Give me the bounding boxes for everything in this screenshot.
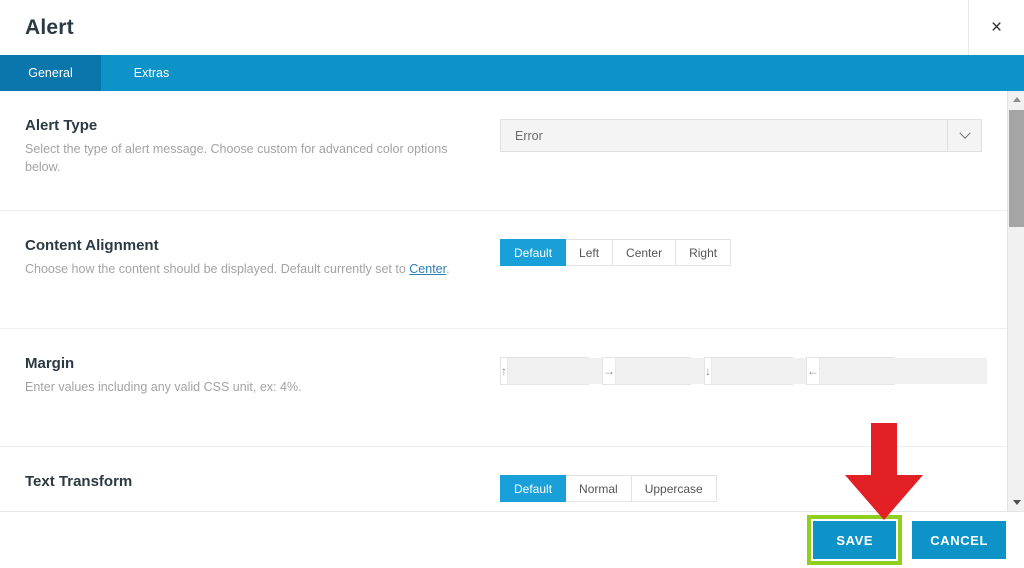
transform-option-default[interactable]: Default [500, 475, 567, 502]
transform-option-normal[interactable]: Normal [566, 475, 632, 502]
scrollbar-thumb[interactable] [1009, 110, 1024, 227]
arrow-up-icon: ↑ [501, 358, 508, 384]
field-description: Select the type of alert message. Choose… [25, 142, 448, 175]
field-control: ↑ → ↓ ← [500, 355, 987, 385]
scroll-up-arrow-icon[interactable] [1008, 91, 1024, 108]
margin-left-field: ← [806, 357, 987, 385]
content-alignment-button-group: Default Left Center Right [500, 239, 732, 266]
margin-left-input[interactable] [820, 358, 987, 384]
field-label-block: Margin Enter values including any valid … [25, 355, 500, 396]
scroll-down-arrow-icon[interactable] [1008, 494, 1024, 511]
alignment-option-right[interactable]: Right [676, 239, 732, 266]
modal-header: Alert × [0, 0, 1024, 55]
tab-general[interactable]: General [0, 55, 101, 91]
alert-type-value: Error [515, 128, 543, 143]
margin-top-field: ↑ [500, 357, 675, 385]
cancel-button[interactable]: CANCEL [912, 521, 1006, 559]
field-description: Enter values including any valid CSS uni… [25, 380, 302, 394]
transform-option-uppercase[interactable]: Uppercase [631, 475, 717, 502]
field-control: Default Normal Uppercase [500, 473, 982, 502]
field-label-block: Content Alignment Choose how the content… [25, 237, 500, 278]
alignment-option-center[interactable]: Center [613, 239, 677, 266]
settings-panel: Alert Type Select the type of alert mess… [0, 91, 1024, 512]
field-alert-type: Alert Type Select the type of alert mess… [0, 91, 1007, 211]
field-text-transform: Text Transform Default Normal Uppercase [0, 447, 1007, 511]
text-transform-button-group: Default Normal Uppercase [500, 475, 717, 502]
field-label-block: Text Transform [25, 473, 500, 496]
chevron-down-icon [947, 120, 981, 151]
close-button[interactable]: × [968, 0, 1024, 55]
tab-extras[interactable]: Extras [101, 55, 202, 91]
field-margin: Margin Enter values including any valid … [0, 329, 1007, 447]
field-description: Choose how the content should be display… [25, 260, 470, 278]
tab-bar: General Extras [0, 55, 1024, 91]
vertical-scrollbar[interactable] [1007, 91, 1024, 511]
arrow-down-icon: ↓ [705, 358, 712, 384]
close-icon: × [990, 17, 1003, 38]
alignment-option-left[interactable]: Left [566, 239, 614, 266]
fields-list: Alert Type Select the type of alert mess… [0, 91, 1007, 511]
field-title: Content Alignment [25, 237, 159, 254]
tab-extras-label: Extras [133, 66, 170, 80]
field-label-block: Alert Type Select the type of alert mess… [25, 117, 500, 176]
field-content-alignment: Content Alignment Choose how the content… [0, 211, 1007, 329]
field-title: Margin [25, 355, 75, 372]
modal-footer: SAVE CANCEL [0, 512, 1024, 568]
arrow-right-icon: → [603, 358, 616, 384]
field-control: Error [500, 117, 982, 152]
description-text: Choose how the content should be display… [25, 262, 410, 276]
save-button[interactable]: SAVE [813, 521, 897, 559]
description-text-end: . [446, 262, 450, 276]
margin-right-field: → [602, 357, 783, 385]
tab-general-label: General [28, 66, 73, 80]
alignment-option-default[interactable]: Default [500, 239, 567, 266]
save-highlight-box: SAVE [807, 515, 903, 565]
page-title: Alert [25, 15, 74, 39]
arrow-left-icon: ← [807, 358, 820, 384]
field-title: Text Transform [25, 473, 133, 490]
alert-settings-modal: Alert × General Extras Alert Type Select… [0, 0, 1024, 568]
field-control: Default Left Center Right [500, 237, 982, 266]
alert-type-select[interactable]: Error [500, 119, 982, 152]
field-title: Alert Type [25, 117, 98, 134]
margin-input-group: ↑ → ↓ ← [500, 357, 987, 385]
margin-bottom-field: ↓ [704, 357, 879, 385]
default-alignment-link[interactable]: Center [409, 262, 446, 276]
